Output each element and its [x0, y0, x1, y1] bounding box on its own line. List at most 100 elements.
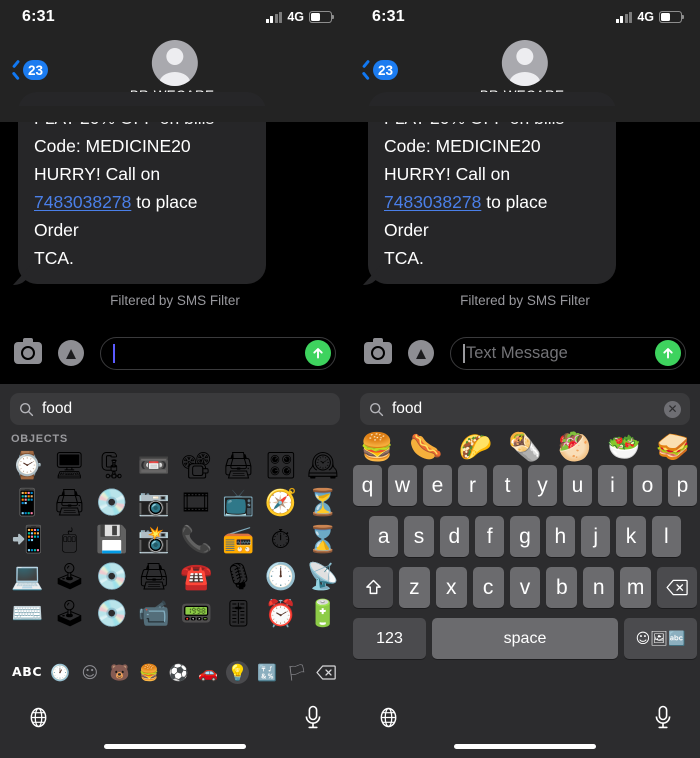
emoji-cell[interactable]: 📻 — [217, 522, 259, 557]
key-h[interactable]: h — [545, 516, 575, 557]
food-drink-icon[interactable]: 🍔 — [138, 661, 161, 684]
emoji-cell[interactable]: 💿 — [91, 485, 133, 520]
emoji-result[interactable]: 🌭 — [409, 434, 443, 461]
emoji-cell[interactable]: 📲 — [6, 522, 48, 557]
emoji-cell[interactable]: 📡 — [302, 559, 344, 594]
emoji-cell[interactable]: ⏰ — [260, 596, 302, 631]
recents-clock-icon[interactable]: 🕐 — [49, 661, 72, 684]
clear-circle-icon[interactable]: ✕ — [664, 400, 681, 418]
emoji-cell[interactable]: 📹 — [133, 596, 175, 631]
key-f[interactable]: f — [475, 516, 505, 557]
emoji-cell[interactable]: 💻 — [6, 559, 48, 594]
key-z[interactable]: z — [399, 567, 430, 608]
abc-keyboard-button[interactable]: ABC — [12, 661, 42, 684]
key-k[interactable]: k — [616, 516, 646, 557]
emoji-cell[interactable]: 📼 — [133, 448, 175, 483]
emoji-cell[interactable]: 📷 — [133, 485, 175, 520]
emoji-result[interactable]: 🥗 — [607, 434, 641, 461]
send-button[interactable] — [655, 340, 681, 366]
microphone-icon[interactable] — [653, 705, 673, 735]
key-p[interactable]: p — [668, 465, 697, 506]
emoji-cell[interactable]: ☎️ — [175, 559, 217, 594]
emoji-cell[interactable]: 💾 — [91, 522, 133, 557]
key-q[interactable]: q — [353, 465, 382, 506]
back-button[interactable]: 23 — [360, 60, 399, 80]
emoji-cell[interactable]: 🎞 — [175, 485, 217, 520]
emoji-cell[interactable]: 💿 — [91, 596, 133, 631]
phone-number-link[interactable]: 7483038278 — [384, 192, 481, 212]
app-store-icon[interactable]: ▲ — [408, 340, 434, 366]
home-indicator[interactable] — [104, 744, 246, 749]
emoji-cell[interactable]: ⏱ — [260, 522, 302, 557]
emoji-result[interactable]: 🥙 — [558, 434, 592, 461]
key-w[interactable]: w — [388, 465, 417, 506]
key-u[interactable]: u — [563, 465, 592, 506]
emoji-cell[interactable]: 💿 — [91, 559, 133, 594]
emoji-cell[interactable]: 🎙 — [217, 559, 259, 594]
travel-places-icon[interactable]: 🚗 — [197, 661, 220, 684]
emoji-cell[interactable]: 🖨 — [217, 448, 259, 483]
key-b[interactable]: b — [546, 567, 578, 608]
emoji-cell[interactable]: 📟 — [175, 596, 217, 631]
message-input-field[interactable]: Text Message — [450, 336, 686, 370]
emoji-cell[interactable]: 🖥 — [48, 448, 90, 483]
emoji-cell[interactable]: 🔋 — [302, 596, 344, 631]
emoji-search-bar[interactable]: food ✕ — [360, 393, 690, 425]
emoji-cell[interactable]: 📱 — [6, 485, 48, 520]
camera-icon[interactable] — [364, 338, 392, 364]
emoji-result[interactable]: 🍔 — [360, 434, 394, 461]
home-indicator[interactable] — [454, 744, 596, 749]
key-i[interactable]: i — [598, 465, 627, 506]
emoji-cell[interactable]: 🕛 — [260, 559, 302, 594]
key-d[interactable]: d — [439, 516, 469, 557]
emoji-cell[interactable]: 🗜 — [91, 448, 133, 483]
emoji-cell[interactable]: 🕹 — [48, 559, 90, 594]
key-g[interactable]: g — [510, 516, 540, 557]
emoji-cell[interactable]: 🖨 — [133, 559, 175, 594]
key-l[interactable]: l — [651, 516, 681, 557]
backspace-key[interactable] — [657, 567, 697, 608]
emoji-cell[interactable]: 🖱 — [48, 522, 90, 557]
activity-icon[interactable]: ⚽ — [167, 661, 190, 684]
key-v[interactable]: v — [509, 567, 541, 608]
emoji-cell[interactable]: ⌨️ — [6, 596, 48, 631]
backspace-icon[interactable] — [315, 661, 338, 684]
emoji-result[interactable]: 🌮 — [459, 434, 493, 461]
camera-icon[interactable] — [14, 338, 42, 364]
back-button[interactable]: 23 — [10, 60, 49, 80]
key-r[interactable]: r — [458, 465, 487, 506]
emoji-cell[interactable]: 🎚 — [217, 596, 259, 631]
shift-key[interactable] — [353, 567, 393, 608]
objects-icon[interactable]: 💡 — [226, 661, 250, 684]
key-s[interactable]: s — [404, 516, 434, 557]
globe-language-icon[interactable] — [377, 706, 400, 734]
key-y[interactable]: y — [528, 465, 557, 506]
message-input-field[interactable] — [100, 336, 336, 370]
symbols-icon[interactable]: 🔣 — [256, 661, 279, 684]
key-m[interactable]: m — [620, 567, 652, 608]
emoji-cell[interactable]: 🕹 — [48, 596, 90, 631]
key-x[interactable]: x — [435, 567, 467, 608]
flags-icon[interactable]: 🏳 — [285, 661, 308, 684]
key-j[interactable]: j — [580, 516, 611, 557]
emoji-cell[interactable]: 📞 — [175, 522, 217, 557]
emoji-cell[interactable]: 📸 — [133, 522, 175, 557]
emoji-cell[interactable]: ⏳ — [302, 485, 344, 520]
app-store-icon[interactable]: ▲ — [58, 340, 84, 366]
key-o[interactable]: o — [633, 465, 662, 506]
phone-number-link[interactable]: 7483038278 — [34, 192, 131, 212]
emoji-cell[interactable]: 🖨 — [48, 485, 90, 520]
emoji-result[interactable]: 🥪 — [656, 434, 690, 461]
emoji-cell[interactable]: 📺 — [217, 485, 259, 520]
emoji-cell[interactable]: 🕰 — [302, 448, 344, 483]
emoji-cell[interactable]: 📽 — [175, 448, 217, 483]
emoji-cell[interactable]: ⌚ — [6, 448, 48, 483]
microphone-icon[interactable] — [303, 705, 323, 735]
globe-language-icon[interactable] — [27, 706, 50, 734]
numeric-key[interactable]: 123 — [353, 618, 426, 659]
emoji-cell[interactable]: 🧭 — [260, 485, 302, 520]
emoji-cell[interactable]: ⌛ — [302, 522, 344, 557]
key-e[interactable]: e — [423, 465, 452, 506]
key-a[interactable]: a — [369, 516, 399, 557]
animals-nature-icon[interactable]: 🐻 — [108, 661, 131, 684]
